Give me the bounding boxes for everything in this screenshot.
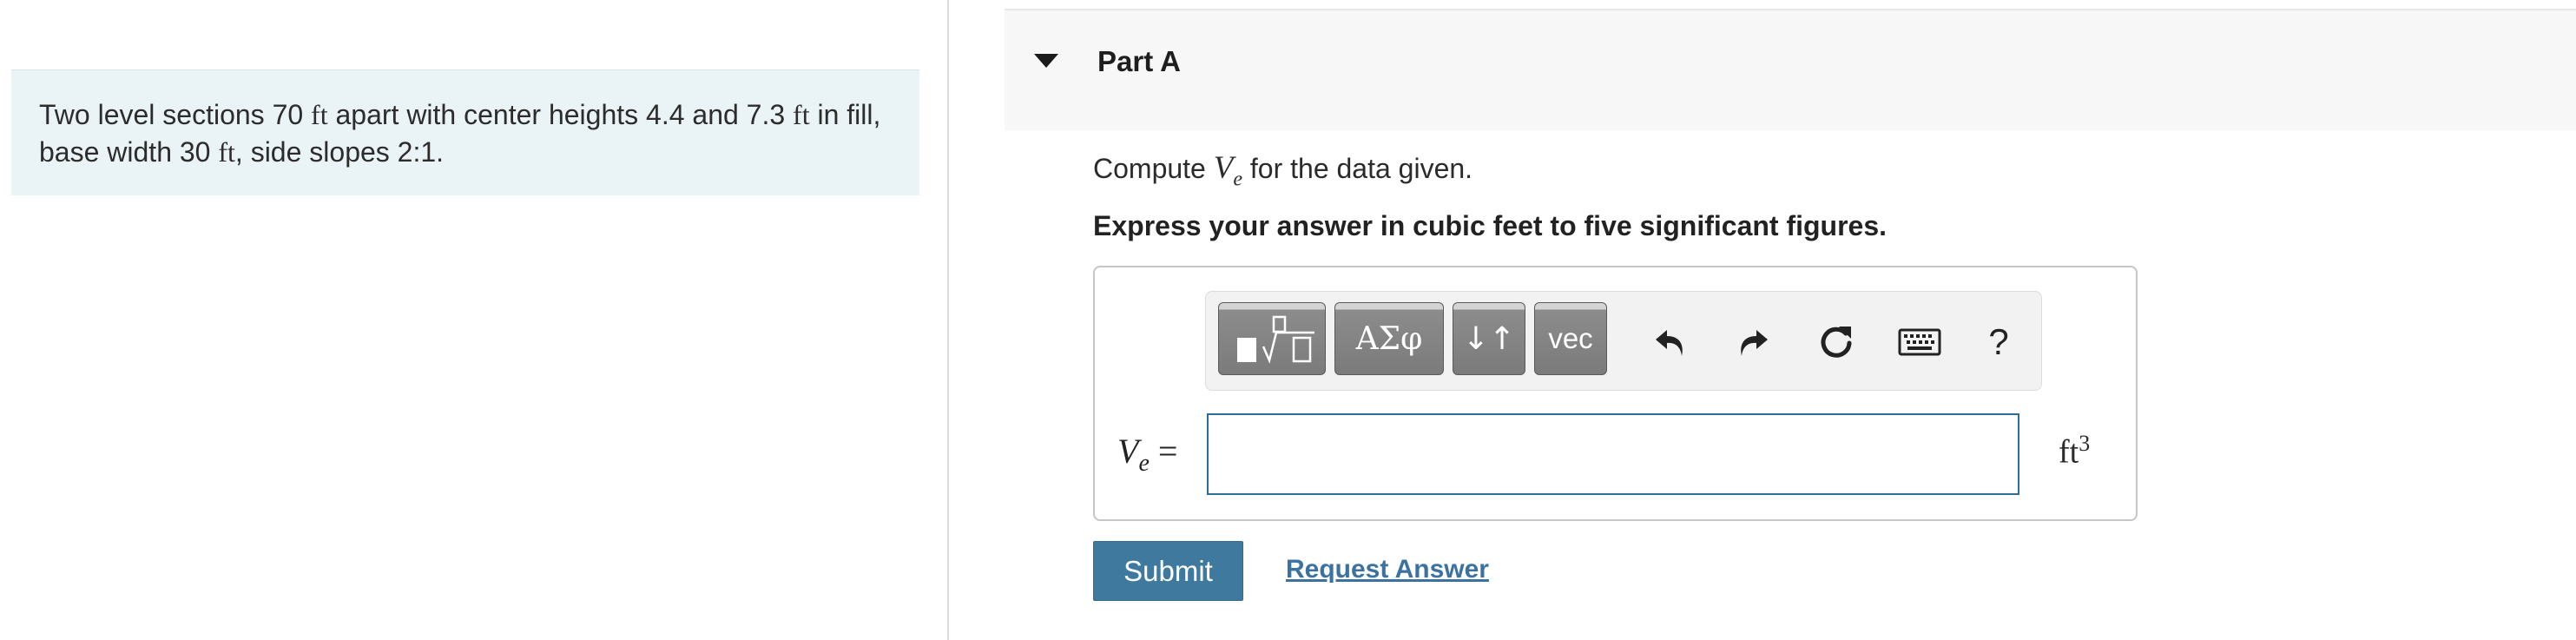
answer-unit-exponent: 3 [2079,431,2091,456]
instruction-text: Express your answer in cubic feet to fiv… [1093,210,1888,241]
redo-button[interactable] [1727,316,1779,368]
answer-units: ft3 [2059,431,2090,472]
answer-unit: ft [2059,433,2079,471]
greek-symbols-button[interactable]: ΑΣφ [1334,302,1444,375]
problem-text-1: Two level sections 70 [39,99,312,130]
math-toolbar: ΑΣφ ↓↑ vec ? [1205,291,2042,391]
question-prefix: Compute [1093,153,1214,184]
question-var: V [1213,150,1234,186]
collapse-caret-icon[interactable] [1034,54,1058,68]
help-button[interactable]: ? [1973,316,2025,368]
reset-icon [1821,327,1852,358]
templates-button[interactable] [1218,302,1326,375]
undo-button[interactable] [1644,316,1696,368]
arrows-button[interactable]: ↓↑ [1453,302,1525,375]
question-text: Compute Ve for the data given. [1093,149,1472,191]
answer-label: Ve = [1117,431,1177,478]
templates-icon [1237,315,1314,364]
problem-unit-2: ft [793,99,810,130]
answer-box: ΑΣφ ↓↑ vec ? Ve = ft3 [1093,266,2138,521]
keyboard-button[interactable] [1894,316,1946,368]
undo-icon [1656,330,1683,356]
redo-icon [1741,330,1768,356]
answer-label-sub: e [1138,450,1150,477]
problem-statement: Two level sections 70 ft apart with cent… [11,69,919,195]
question-var-sub: e [1233,168,1242,191]
question-variable: Ve [1213,150,1242,190]
problem-text-2: apart with center heights 4.4 and 7.3 [327,99,794,130]
keyboard-icon [1898,328,1941,356]
panel-divider [947,0,949,640]
problem-unit-3: ft [218,136,235,168]
problem-unit-1: ft [311,99,328,130]
part-title: Part A [1097,45,1181,77]
part-header[interactable]: Part A [1005,9,2576,130]
answer-label-var: V [1117,432,1139,471]
request-answer-link[interactable]: Request Answer [1286,555,1489,584]
answer-label-eq: = [1149,432,1178,471]
reset-button[interactable] [1810,316,1862,368]
question-suffix: for the data given. [1242,153,1473,184]
submit-button[interactable]: Submit [1093,541,1243,601]
problem-text-4: , side slopes 2:1. [234,136,445,168]
answer-input[interactable] [1207,413,2019,495]
vector-button[interactable]: vec [1534,302,1607,375]
